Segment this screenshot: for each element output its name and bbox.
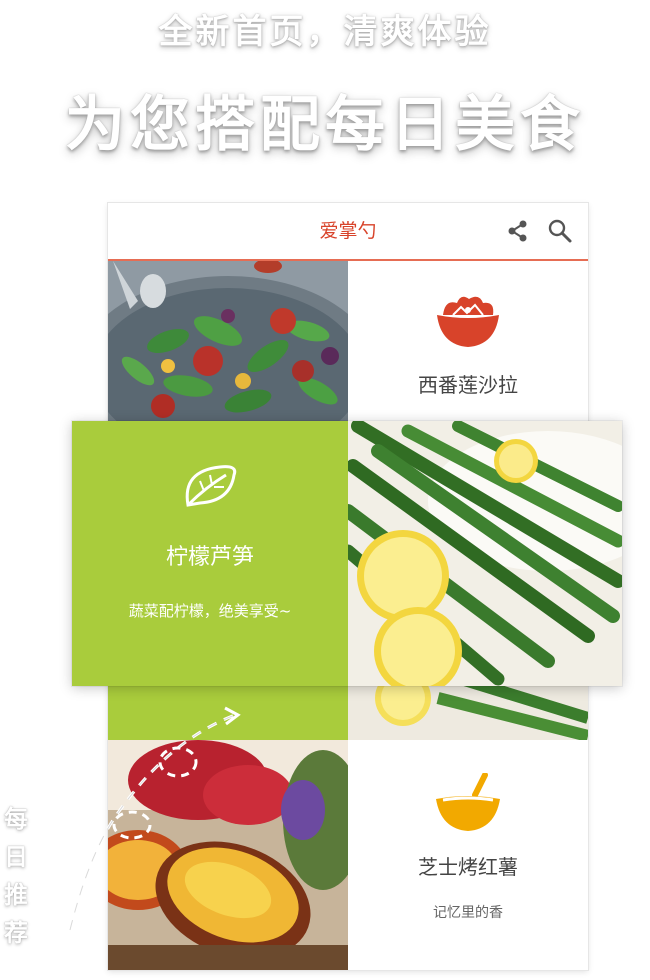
featured-info-panel: 柠檬芦笋 蔬菜配柠檬，绝美享受~ xyxy=(72,421,348,686)
search-icon xyxy=(548,219,572,243)
bowl-icon xyxy=(436,773,500,831)
share-icon xyxy=(508,220,527,242)
side-label-char: 推 xyxy=(4,881,28,909)
featured-card[interactable]: 柠檬芦笋 蔬菜配柠檬，绝美享受~ xyxy=(72,421,622,686)
salad-title: 西番莲沙拉 xyxy=(418,373,518,397)
app-bar: 爱掌勺 xyxy=(108,203,588,261)
side-label-daily-recommend: 每 日 推 荐 xyxy=(4,800,52,952)
salad-photo[interactable] xyxy=(108,261,348,421)
side-label-char: 荐 xyxy=(4,919,28,947)
sweet-potato-title: 芝士烤红薯 xyxy=(418,855,518,879)
salad-card[interactable]: 西番莲沙拉 xyxy=(348,261,588,421)
side-label-char: 每 xyxy=(4,805,28,833)
featured-title: 柠檬芦笋 xyxy=(165,545,254,570)
sweet-potato-card[interactable]: 芝士烤红薯 记忆里的香 xyxy=(348,740,588,970)
promo-headline: 为您搭配每日美食 xyxy=(65,90,585,160)
share-button[interactable] xyxy=(504,217,532,245)
promo-tagline: 全新首页，清爽体验 xyxy=(158,12,492,52)
salad-bowl-icon xyxy=(437,296,499,347)
sweet-potato-subtitle: 记忆里的香 xyxy=(433,905,503,921)
side-label-char: 日 xyxy=(4,843,28,871)
asparagus-photo xyxy=(348,421,622,686)
asparagus-photo-extension xyxy=(348,678,588,740)
featured-subtitle: 蔬菜配柠檬，绝美享受~ xyxy=(128,602,292,620)
leaf-icon xyxy=(185,465,237,507)
search-button[interactable] xyxy=(546,217,574,245)
